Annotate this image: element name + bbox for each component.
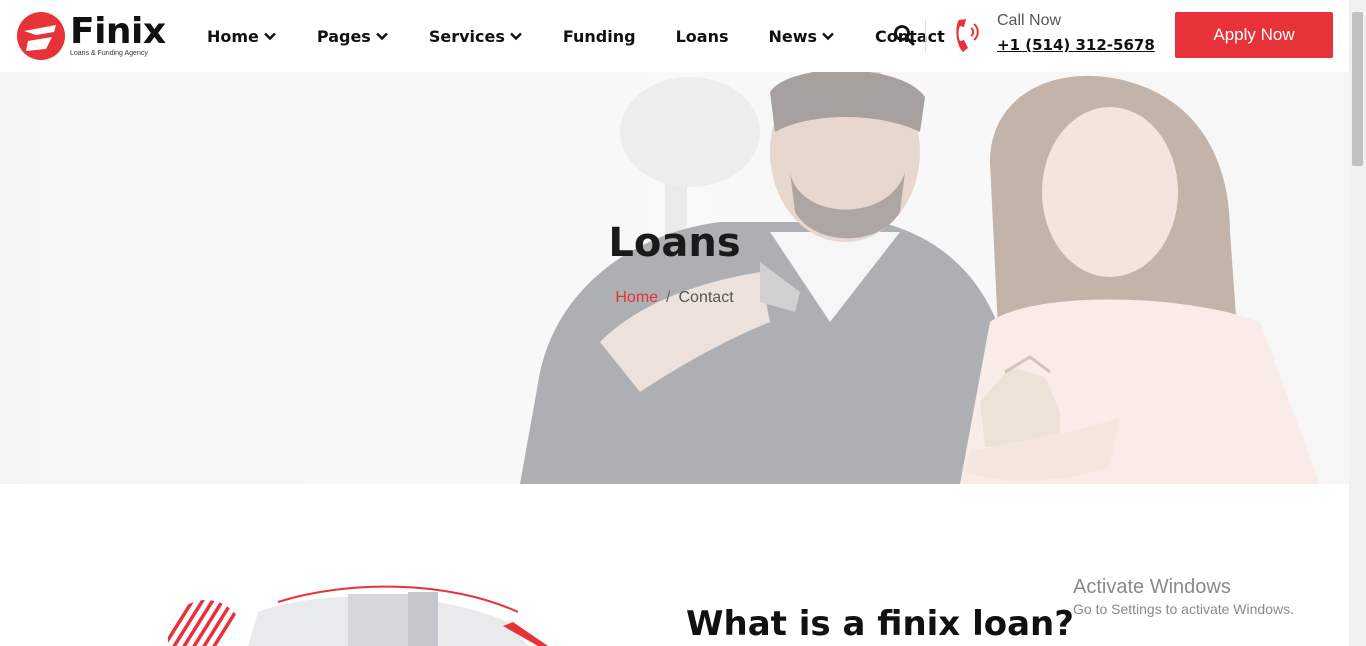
- nav-item-funding[interactable]: Funding: [563, 27, 636, 46]
- breadcrumb-separator: /: [666, 289, 671, 306]
- breadcrumb: Home / Contact: [0, 289, 1349, 307]
- search-icon[interactable]: [893, 24, 915, 46]
- nav-item-pages[interactable]: Pages: [317, 27, 389, 46]
- nav-item-loans[interactable]: Loans: [676, 27, 729, 46]
- loan-section-image: [168, 582, 568, 646]
- nav-item-services[interactable]: Services: [429, 27, 523, 46]
- chevron-down-icon: [264, 32, 276, 41]
- finix-logo-icon: [17, 12, 65, 60]
- call-block: Call Now +1 (514) 312-5678: [953, 12, 1155, 56]
- brand-tagline: Loans & Funding Agency: [70, 50, 148, 57]
- watermark-subtitle: Go to Settings to activate Windows.: [1073, 601, 1294, 617]
- scrollbar-thumb[interactable]: [1352, 12, 1363, 166]
- breadcrumb-home-link[interactable]: Home: [615, 289, 658, 306]
- brand-name: Finix: [70, 11, 166, 52]
- nav-item-home[interactable]: Home: [207, 27, 277, 46]
- chevron-down-icon: [822, 32, 834, 41]
- site-header: Finix Loans & Funding Agency Home Pages …: [0, 0, 1349, 72]
- header-divider: [925, 20, 926, 52]
- page-title: Loans: [608, 220, 741, 266]
- call-number-link[interactable]: +1 (514) 312-5678: [997, 36, 1155, 54]
- apply-now-button[interactable]: Apply Now: [1175, 12, 1333, 58]
- brand-logo[interactable]: Finix Loans & Funding Agency: [16, 11, 168, 61]
- nav-item-news[interactable]: News: [768, 27, 835, 46]
- section-heading: What is a finix loan?: [686, 604, 1074, 644]
- windows-activation-watermark: Activate Windows Go to Settings to activ…: [1073, 576, 1294, 618]
- main-nav: Home Pages Services Funding Loans News C…: [207, 0, 985, 72]
- chevron-down-icon: [375, 32, 388, 41]
- page-hero: Loans Home / Contact: [0, 72, 1349, 484]
- breadcrumb-current: Contact: [678, 289, 734, 306]
- phone-icon: [956, 19, 979, 52]
- chevron-down-icon: [510, 32, 522, 41]
- call-label: Call Now: [997, 12, 1062, 29]
- watermark-title: Activate Windows: [1073, 576, 1231, 598]
- page-scrollbar[interactable]: [1349, 0, 1366, 646]
